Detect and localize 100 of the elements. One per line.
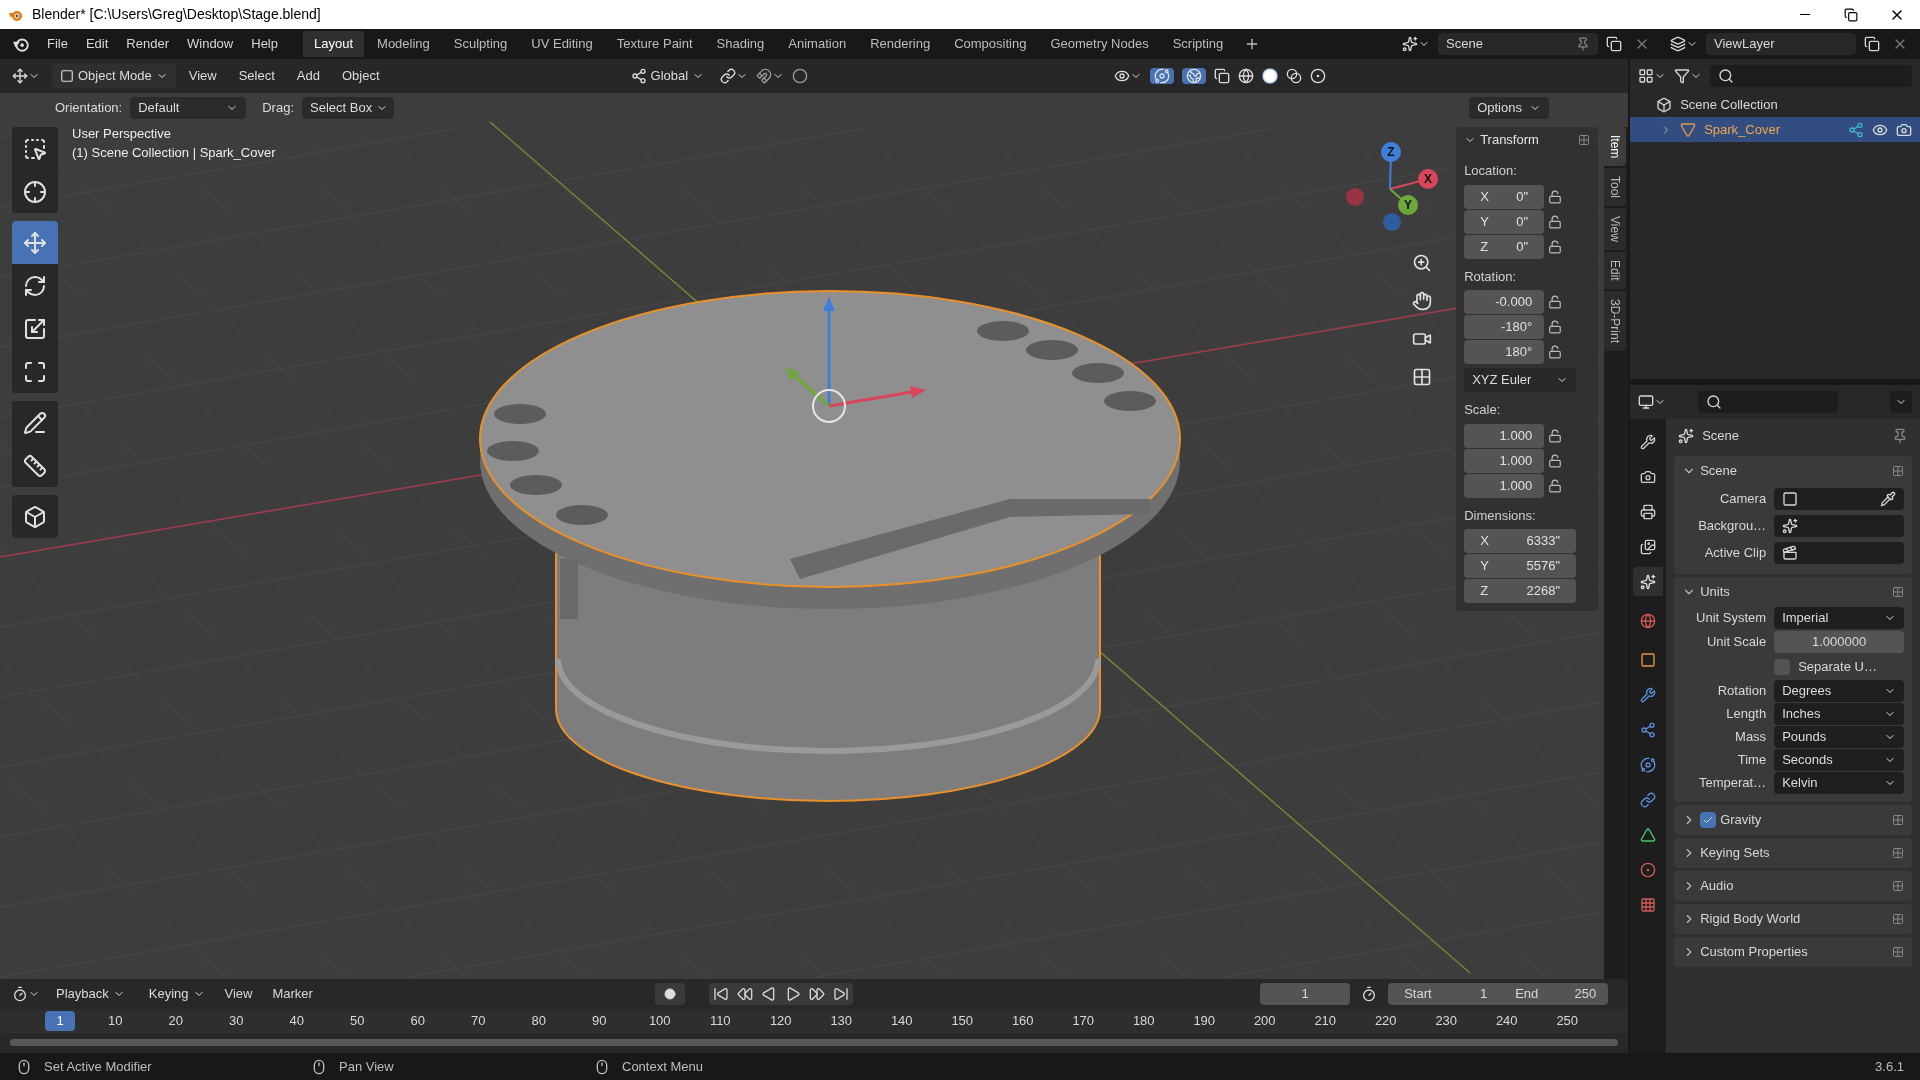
property-dropdown[interactable]: Inches bbox=[1774, 703, 1904, 725]
workspace-tab[interactable]: Texture Paint bbox=[605, 31, 704, 57]
panel-title[interactable]: Audio bbox=[1700, 876, 1734, 896]
axis-label: Y bbox=[1480, 557, 1489, 576]
outliner-item-label: Spark_Cover bbox=[1704, 120, 1780, 139]
menu-item[interactable]: Select bbox=[229, 66, 284, 86]
number-field[interactable]: 1.000000 bbox=[1774, 631, 1904, 653]
axis-label: Y bbox=[1480, 212, 1489, 231]
panel-title[interactable]: Rigid Body World bbox=[1700, 909, 1801, 929]
viewport-info-text: User Perspective bbox=[72, 125, 171, 143]
property-label: Unit Scale bbox=[1705, 633, 1768, 652]
panel-title[interactable]: Units bbox=[1700, 582, 1730, 602]
workspace-tab[interactable]: Scripting bbox=[1161, 31, 1235, 57]
frame-number: 20 bbox=[167, 1012, 184, 1031]
property-dropdown[interactable]: Pounds bbox=[1774, 726, 1904, 748]
workspace-tab[interactable]: Animation bbox=[777, 31, 858, 57]
menu-dropdown[interactable]: Keying bbox=[140, 983, 213, 1005]
sidebar-tab[interactable]: Edit bbox=[1604, 252, 1627, 289]
frame-number: 230 bbox=[1434, 1012, 1459, 1031]
frame-number: 240 bbox=[1494, 1012, 1519, 1031]
property-dropdown[interactable]: Degrees bbox=[1774, 680, 1904, 702]
end-frame-field[interactable]: End 250 bbox=[1503, 983, 1609, 1005]
section-label: Location: bbox=[1464, 162, 1518, 180]
panel-title[interactable]: Keying Sets bbox=[1700, 843, 1770, 863]
viewport-info-text: (1) Scene Collection | Spark_Cover bbox=[72, 144, 276, 162]
sidebar-tab[interactable]: 3D-Print bbox=[1604, 290, 1627, 351]
menu-item[interactable]: Window bbox=[178, 32, 243, 56]
number-field[interactable]: X 0" bbox=[1464, 184, 1545, 209]
number-field[interactable]: Y 5576" bbox=[1464, 554, 1577, 578]
number-field[interactable]: -180° bbox=[1464, 315, 1545, 339]
axis-label: Z bbox=[1480, 237, 1489, 256]
workspace-tab[interactable]: UV Editing bbox=[520, 31, 604, 57]
current-frame-field[interactable]: 1 bbox=[1260, 983, 1351, 1005]
panel-title[interactable]: Scene bbox=[1700, 461, 1737, 481]
navigation-gizmo-drawing[interactable]: Z X Y bbox=[1346, 142, 1438, 231]
property-dropdown[interactable]: Imperial bbox=[1774, 607, 1904, 629]
menu-item[interactable]: Marker bbox=[264, 984, 321, 1004]
workspace-tab[interactable]: Layout bbox=[303, 31, 365, 57]
menu-dropdown[interactable]: Playback bbox=[48, 983, 133, 1005]
field-value: 0" bbox=[1516, 212, 1529, 231]
menu-item[interactable]: Render bbox=[117, 32, 178, 56]
axis-label: X bbox=[1480, 187, 1489, 206]
scene-field[interactable]: Scene bbox=[1438, 33, 1598, 55]
workspace-tab[interactable]: Rendering bbox=[859, 31, 942, 57]
frame-number: 220 bbox=[1373, 1012, 1398, 1031]
workspace-tab[interactable]: Shading bbox=[705, 31, 776, 57]
field-value: 5576" bbox=[1526, 557, 1561, 576]
sidebar-tab[interactable]: Tool bbox=[1604, 168, 1627, 207]
panel-title[interactable]: Custom Properties bbox=[1700, 942, 1808, 962]
orientation-dropdown[interactable]: Global bbox=[622, 64, 713, 88]
menu-item[interactable]: View bbox=[179, 66, 226, 86]
workspace-tab[interactable]: Compositing bbox=[943, 31, 1038, 57]
property-label: Mass bbox=[1734, 728, 1768, 747]
menu-item[interactable]: Object bbox=[332, 66, 389, 86]
menu-item[interactable]: Edit bbox=[76, 32, 118, 56]
property-label: Camera bbox=[1718, 490, 1768, 509]
outliner-row[interactable]: Spark_Cover bbox=[1630, 117, 1920, 142]
number-field[interactable]: Z 0" bbox=[1464, 234, 1545, 259]
sidebar-tab[interactable]: Item bbox=[1604, 127, 1627, 167]
menu-item[interactable]: File bbox=[38, 32, 77, 56]
rotation-mode-dropdown[interactable]: XYZ Euler bbox=[1464, 368, 1577, 392]
property-label: Backgrou… bbox=[1697, 517, 1768, 536]
number-field[interactable]: 1.000 bbox=[1464, 448, 1545, 473]
menu-item[interactable]: Help bbox=[242, 32, 287, 56]
view-layer-field[interactable]: ViewLayer bbox=[1706, 33, 1856, 55]
workspace-tab[interactable]: Geometry Nodes bbox=[1039, 31, 1160, 57]
section-label: Scale: bbox=[1464, 401, 1502, 419]
panel-title[interactable]: Gravity bbox=[1720, 810, 1762, 830]
orientation-dropdown[interactable]: Default bbox=[130, 97, 247, 119]
options-dropdown[interactable]: Options bbox=[1469, 97, 1550, 119]
number-field[interactable]: Y 0" bbox=[1464, 209, 1545, 234]
checkbox-label: Separate U… bbox=[1798, 658, 1877, 677]
drag-dropdown[interactable]: Select Box bbox=[302, 97, 394, 119]
start-frame-field[interactable]: Start 1 bbox=[1388, 983, 1504, 1005]
axis-label: X bbox=[1480, 532, 1489, 551]
property-dropdown[interactable]: Kelvin bbox=[1774, 772, 1904, 794]
workspace-tab[interactable]: Modeling bbox=[366, 31, 441, 57]
number-field[interactable]: -0.000 bbox=[1464, 290, 1545, 314]
status-hint: Pan View bbox=[339, 1057, 394, 1076]
frame-number: 50 bbox=[349, 1012, 366, 1031]
window-title: Blender* [C:\Users\Greg\Desktop\Stage.blend] bbox=[32, 5, 321, 24]
number-field[interactable]: 1.000 bbox=[1464, 473, 1545, 498]
panel-title[interactable]: Transform bbox=[1480, 130, 1539, 150]
menu-item[interactable]: Add bbox=[287, 66, 329, 86]
frame-number: 160 bbox=[1010, 1012, 1035, 1031]
frame-number: 170 bbox=[1071, 1012, 1096, 1031]
frame-number: 1 bbox=[45, 1011, 75, 1031]
frame-number: 60 bbox=[409, 1012, 426, 1031]
outliner-item[interactable]: Scene Collection bbox=[1680, 95, 1778, 115]
number-field[interactable]: Z 2268" bbox=[1464, 579, 1577, 603]
frame-number: 200 bbox=[1252, 1012, 1277, 1031]
number-field[interactable]: 1.000 bbox=[1464, 423, 1545, 448]
sidebar-tab[interactable]: View bbox=[1604, 208, 1627, 251]
menu-item[interactable]: View bbox=[216, 984, 261, 1004]
workspace-tab[interactable]: Sculpting bbox=[442, 31, 519, 57]
mode-dropdown[interactable]: Object Mode bbox=[52, 64, 176, 88]
number-field[interactable]: 180° bbox=[1464, 340, 1545, 364]
number-field[interactable]: X 6333" bbox=[1464, 529, 1577, 553]
frame-number: 40 bbox=[288, 1012, 305, 1031]
property-dropdown[interactable]: Seconds bbox=[1774, 749, 1904, 771]
